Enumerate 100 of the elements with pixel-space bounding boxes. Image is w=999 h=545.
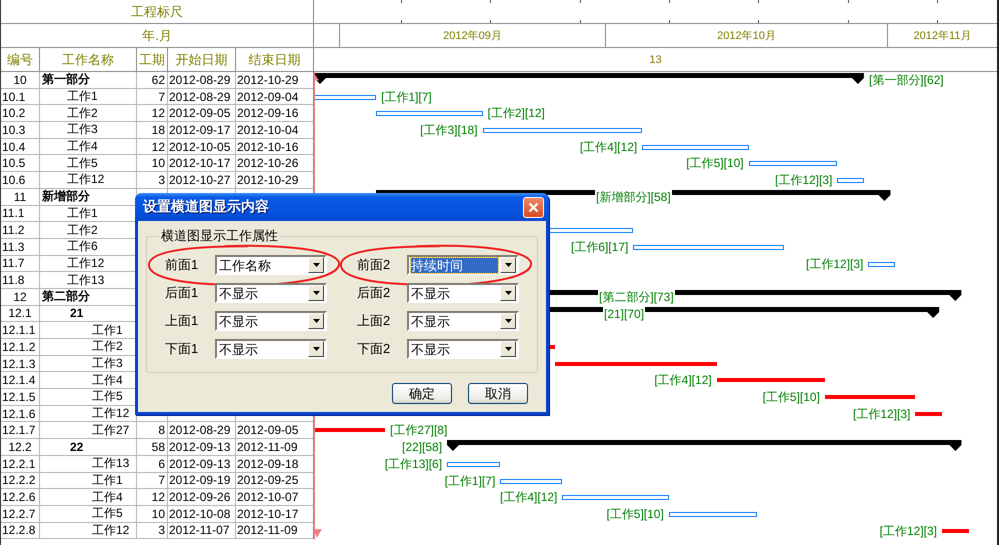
table-cell: 第一部分 bbox=[40, 72, 137, 89]
field-label: 下面2 bbox=[356, 340, 392, 358]
dropdown-field[interactable]: 不显示 bbox=[215, 283, 327, 303]
table-cell: 2012-10-07 bbox=[236, 489, 313, 506]
month-label: 2012年09月 bbox=[340, 24, 606, 47]
table-cell: 12 bbox=[137, 105, 168, 122]
table-cell: 2012-10-29 bbox=[236, 72, 313, 89]
table-cell: 2012-09-04 bbox=[236, 88, 313, 106]
table-cell: 2012-08-29 bbox=[168, 72, 236, 89]
caret-icon bbox=[312, 347, 320, 351]
close-button[interactable] bbox=[523, 196, 544, 218]
dropdown-field[interactable]: 不显示 bbox=[407, 339, 519, 359]
table-cell: 工作1 bbox=[40, 472, 137, 490]
field-label: 上面2 bbox=[356, 312, 392, 330]
table-cell: 2012-09-05 bbox=[236, 422, 313, 440]
table-cell: 2012-08-29 bbox=[168, 422, 236, 440]
table-cell: 11.1 bbox=[1, 206, 40, 222]
caret-icon bbox=[504, 319, 512, 323]
bar-label: [第一部分][62] bbox=[868, 72, 944, 89]
bar-label: [工作12][3] bbox=[853, 406, 910, 422]
table-cell: 2012-11-07 bbox=[168, 522, 236, 540]
bar-label: [22][58] bbox=[402, 439, 442, 456]
task-bar bbox=[314, 94, 376, 100]
critical-task-bar bbox=[915, 412, 942, 416]
table-cell: 2012-11-09 bbox=[236, 522, 313, 540]
task-bar bbox=[868, 262, 895, 267]
cancel-button[interactable]: 取消 bbox=[468, 383, 528, 404]
dropdown-field[interactable]: 不显示 bbox=[215, 311, 327, 331]
table-cell: 11.8 bbox=[1, 272, 40, 289]
table-cell: 工作27 bbox=[40, 422, 137, 440]
table-cell: 12.2.6 bbox=[1, 489, 40, 506]
task-bar bbox=[837, 178, 864, 184]
table-cell: 工作5 bbox=[40, 155, 137, 172]
bar-label: [工作5][10] bbox=[606, 506, 664, 523]
bar-label: [第二部分][73] bbox=[598, 288, 675, 306]
table-cell: 2012-10-26 bbox=[236, 155, 313, 172]
period-label: 13 bbox=[649, 54, 662, 66]
bar-label: [工作13][6] bbox=[384, 456, 442, 473]
table-cell: 2012-09-13 bbox=[168, 456, 236, 472]
table-cell: 10 bbox=[137, 155, 168, 172]
dropdown-field[interactable]: 不显示 bbox=[215, 339, 327, 359]
table-cell: 11.7 bbox=[1, 256, 40, 272]
field-label: 上面1 bbox=[164, 312, 200, 330]
table-cell: 12.2.1 bbox=[1, 456, 40, 472]
dropdown-field[interactable]: 持续时间 bbox=[407, 255, 519, 275]
caret-icon bbox=[312, 319, 320, 323]
table-cell: 10.3 bbox=[1, 122, 40, 139]
table-cell: 12.2 bbox=[1, 439, 40, 456]
bar-label: [工作4][12] bbox=[500, 489, 558, 506]
table-cell: 2012-09-05 bbox=[168, 105, 236, 122]
field-label: 下面1 bbox=[164, 340, 200, 358]
table-cell: 12.1.7 bbox=[1, 422, 40, 440]
dropdown-field[interactable]: 不显示 bbox=[407, 283, 519, 303]
close-icon bbox=[528, 202, 539, 212]
table-cell: 62 bbox=[137, 72, 168, 89]
table-cell: 10 bbox=[1, 72, 40, 89]
table-cell: 2012-09-16 bbox=[236, 105, 313, 122]
dropdown-field[interactable]: 工作名称 bbox=[215, 255, 327, 275]
bar-label: [工作6][17] bbox=[570, 238, 628, 256]
table-cell: 12.1.3 bbox=[1, 356, 40, 372]
table-cell: 2012-10-08 bbox=[168, 506, 236, 523]
table-cell: 10.5 bbox=[1, 155, 40, 172]
table-cell: 2012-10-29 bbox=[236, 172, 313, 189]
table-cell: 11 bbox=[1, 188, 40, 206]
table-cell: 22 bbox=[40, 439, 137, 456]
table-cell: 工作13 bbox=[40, 456, 137, 472]
critical-task-bar bbox=[942, 528, 969, 533]
table-cell: 6 bbox=[137, 456, 168, 472]
column-header: 编号 bbox=[1, 48, 40, 72]
table-cell: 2012-10-17 bbox=[236, 506, 313, 523]
bar-label: [工作5][10] bbox=[686, 155, 744, 172]
bar-label: [工作12][3] bbox=[806, 256, 864, 272]
caret-icon bbox=[312, 263, 320, 267]
table-cell: 18 bbox=[137, 122, 168, 139]
month-label: 2012年11月 bbox=[912, 29, 972, 44]
table-cell: 12 bbox=[137, 138, 168, 156]
ok-button[interactable]: 确定 bbox=[392, 383, 452, 404]
table-cell: 12 bbox=[137, 489, 168, 506]
bar-label: [工作5][10] bbox=[762, 389, 820, 406]
column-header: 工期 bbox=[137, 48, 168, 72]
table-cell: 2012-09-17 bbox=[168, 122, 236, 139]
table-cell: 2012-10-04 bbox=[236, 122, 313, 139]
table-cell: 10.6 bbox=[1, 172, 40, 189]
table-cell: 12.1.4 bbox=[1, 372, 40, 390]
table-cell: 10.1 bbox=[1, 88, 40, 106]
table-cell: 3 bbox=[137, 522, 168, 540]
table-cell: 7 bbox=[137, 88, 168, 106]
table-cell: 工作4 bbox=[40, 138, 137, 156]
caret-icon bbox=[504, 347, 512, 351]
table-cell: 11.2 bbox=[1, 222, 40, 239]
critical-task-bar bbox=[314, 428, 385, 432]
dialog-title: 设置横道图显示内容 bbox=[143, 198, 269, 216]
table-cell: 12.1.5 bbox=[1, 389, 40, 406]
month-label: 2012年10月 bbox=[606, 24, 888, 47]
bar-label: [工作12][3] bbox=[774, 172, 832, 189]
dropdown-field[interactable]: 不显示 bbox=[407, 311, 519, 331]
caret-icon bbox=[312, 291, 320, 295]
table-cell: 2012-09-18 bbox=[236, 456, 313, 472]
table-cell: 2012-09-13 bbox=[168, 439, 236, 456]
bar-label: [21][70] bbox=[603, 306, 646, 322]
